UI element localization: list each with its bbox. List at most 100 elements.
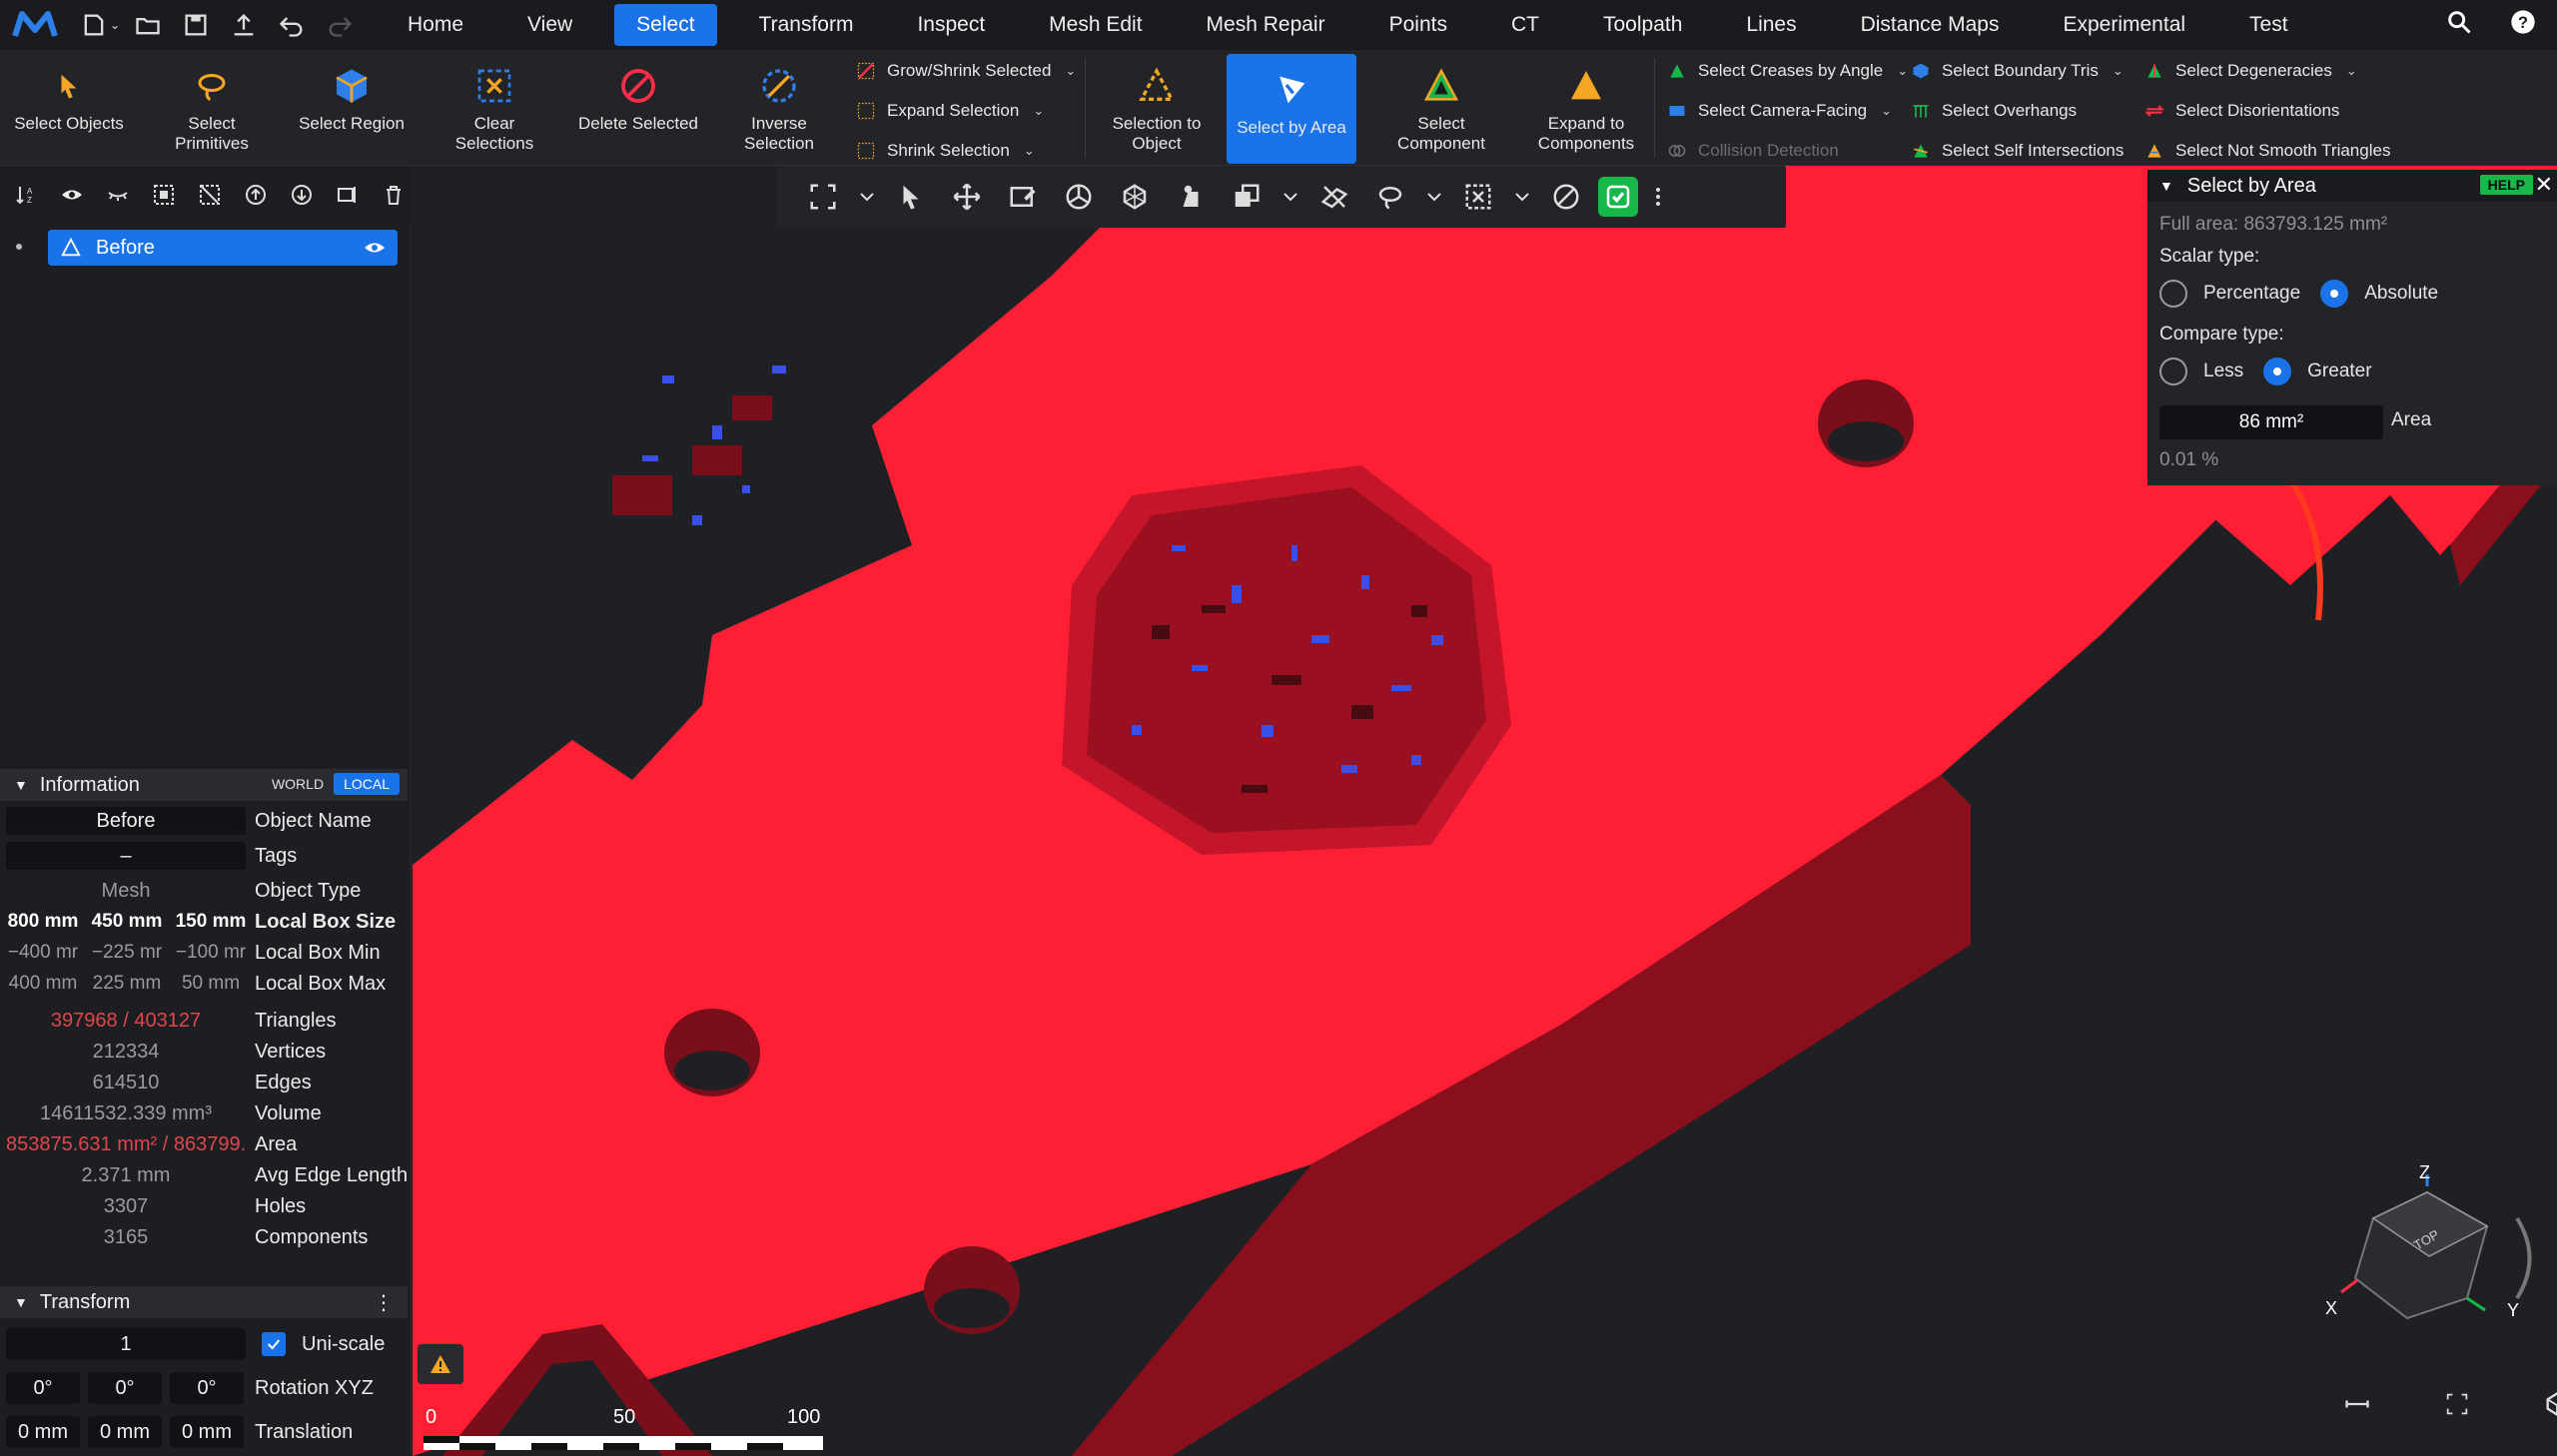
hide-icon[interactable] [100, 177, 136, 213]
object-name-field[interactable]: Before [6, 807, 246, 835]
select-component-button[interactable]: Select Component [1376, 50, 1506, 166]
rotation-y-input[interactable]: 0° [88, 1372, 162, 1404]
translation-x-input[interactable]: 0 mm [6, 1416, 80, 1448]
deselect-all-icon[interactable] [192, 177, 228, 213]
uniscale-checkbox[interactable] [262, 1332, 286, 1356]
view-cube-icon[interactable] [2537, 1390, 2557, 1418]
clipping-plane-icon[interactable] [1310, 173, 1358, 221]
move-up-icon[interactable] [238, 177, 274, 213]
show-icon[interactable] [54, 177, 90, 213]
fit-view-icon[interactable] [799, 173, 847, 221]
chevron-down-icon[interactable] [1510, 173, 1534, 221]
select-creases-button[interactable]: Select Creases by Angle ⌄ [1666, 60, 1908, 82]
chevron-down-icon[interactable]: ▼ [2159, 178, 2173, 194]
confirm-check-icon[interactable] [1598, 177, 1638, 217]
chevron-down-icon[interactable] [1422, 173, 1446, 221]
menu-transform[interactable]: Transform [737, 4, 876, 46]
scene-object-before[interactable]: Before [48, 230, 398, 266]
paint-icon[interactable] [1167, 173, 1215, 221]
chevron-down-icon[interactable] [855, 173, 879, 221]
new-document-icon[interactable]: ⌄ [78, 5, 122, 45]
menu-mesh-repair[interactable]: Mesh Repair [1185, 4, 1347, 46]
select-disorientations-button[interactable]: Select Disorientations [2143, 100, 2339, 122]
rotate-icon[interactable] [1055, 173, 1103, 221]
edit-surface-icon[interactable] [999, 173, 1047, 221]
select-by-area-button[interactable]: Select by Area [1227, 54, 1356, 164]
mesh-transform-icon[interactable] [1111, 173, 1159, 221]
greater-radio[interactable] [2263, 358, 2292, 385]
translation-y-input[interactable]: 0 mm [88, 1416, 162, 1448]
expand-to-components-button[interactable]: Expand to Components [1528, 50, 1644, 166]
absolute-radio[interactable] [2320, 280, 2349, 308]
expand-selection-button[interactable]: Expand Selection ⌄ [855, 100, 1044, 122]
menu-lines[interactable]: Lines [1724, 4, 1818, 46]
translation-z-input[interactable]: 0 mm [170, 1416, 244, 1448]
copy-object-icon[interactable] [1223, 173, 1271, 221]
no-select-icon[interactable] [1542, 173, 1590, 221]
world-toggle[interactable]: WORLD [262, 773, 334, 795]
menu-points[interactable]: Points [1367, 4, 1469, 46]
menu-select[interactable]: Select [614, 4, 717, 46]
menu-toolpath[interactable]: Toolpath [1581, 4, 1704, 46]
trash-icon[interactable] [376, 177, 412, 213]
select-primitives-button[interactable]: Select Primitives [150, 50, 274, 166]
menu-experimental[interactable]: Experimental [2041, 4, 2207, 46]
select-all-icon[interactable] [146, 177, 182, 213]
information-section-header[interactable]: ▼ Information WORLD LOCAL [0, 769, 408, 801]
more-options-icon[interactable] [1646, 173, 1670, 221]
menu-ct[interactable]: CT [1489, 4, 1561, 46]
sort-icon[interactable]: AZ [8, 177, 44, 213]
menu-test[interactable]: Test [2227, 4, 2310, 46]
select-arrow-icon[interactable] [887, 173, 935, 221]
search-icon[interactable] [2445, 8, 2473, 36]
uniscale-input[interactable]: 1 [6, 1328, 246, 1360]
save-icon[interactable] [174, 5, 218, 45]
app-logo-icon[interactable] [12, 8, 58, 42]
menu-home[interactable]: Home [386, 4, 485, 46]
box-select-icon[interactable] [1454, 173, 1502, 221]
select-not-smooth-button[interactable]: Select Not Smooth Triangles [2143, 140, 2390, 162]
selection-to-object-button[interactable]: Selection to Object [1105, 50, 1209, 166]
lasso-select-icon[interactable] [1366, 173, 1414, 221]
visibility-eye-icon[interactable] [362, 236, 388, 260]
move-down-icon[interactable] [284, 177, 320, 213]
select-degeneracies-button[interactable]: Select Degeneracies ⌄ [2143, 60, 2357, 82]
menu-inspect[interactable]: Inspect [895, 4, 1007, 46]
inverse-selection-button[interactable]: Inverse Selection [725, 50, 833, 166]
less-radio[interactable] [2159, 358, 2187, 385]
open-folder-icon[interactable] [126, 5, 170, 45]
chevron-down-icon[interactable] [1278, 173, 1302, 221]
area-input[interactable]: 86 mm² [2159, 405, 2383, 439]
menu-view[interactable]: View [505, 4, 594, 46]
warning-button[interactable] [418, 1344, 463, 1384]
orientation-gizmo[interactable]: Z X Y TOP [2317, 1162, 2537, 1348]
help-button[interactable]: HELP [2479, 175, 2533, 195]
shrink-selection-button[interactable]: Shrink Selection ⌄ [855, 140, 1035, 162]
local-toggle[interactable]: LOCAL [334, 773, 400, 795]
clear-selections-button[interactable]: Clear Selections [439, 50, 549, 166]
grow-shrink-selected-button[interactable]: Grow/Shrink Selected ⌄ [855, 60, 1076, 82]
more-options-icon[interactable]: ⋮ [374, 1290, 394, 1315]
rotation-z-input[interactable]: 0° [170, 1372, 244, 1404]
percentage-radio[interactable] [2159, 280, 2187, 308]
rotation-x-input[interactable]: 0° [6, 1372, 80, 1404]
select-self-intersections-button[interactable]: Select Self Intersections [1910, 140, 2124, 162]
select-region-button[interactable]: Select Region [292, 50, 412, 166]
select-objects-button[interactable]: Select Objects [6, 50, 132, 166]
select-overhangs-button[interactable]: Select Overhangs [1910, 100, 2077, 122]
collision-detection-button[interactable]: Collision Detection [1666, 140, 1839, 162]
select-camera-facing-button[interactable]: Select Camera-Facing ⌄ [1666, 100, 1892, 122]
close-icon[interactable]: ✕ [2535, 172, 2553, 198]
transform-section-header[interactable]: ▼ Transform ⋮ [0, 1286, 408, 1318]
undo-icon[interactable] [270, 5, 314, 45]
move-icon[interactable] [943, 173, 991, 221]
ruler-icon[interactable] [2337, 1390, 2377, 1418]
rename-icon[interactable] [330, 177, 366, 213]
redo-icon[interactable] [318, 5, 362, 45]
export-icon[interactable] [222, 5, 266, 45]
tags-field[interactable]: – [6, 842, 246, 870]
delete-selected-button[interactable]: Delete Selected [573, 50, 703, 166]
fit-selection-icon[interactable] [2437, 1390, 2477, 1418]
help-icon[interactable]: ? [2509, 8, 2537, 36]
menu-mesh-edit[interactable]: Mesh Edit [1027, 4, 1164, 46]
